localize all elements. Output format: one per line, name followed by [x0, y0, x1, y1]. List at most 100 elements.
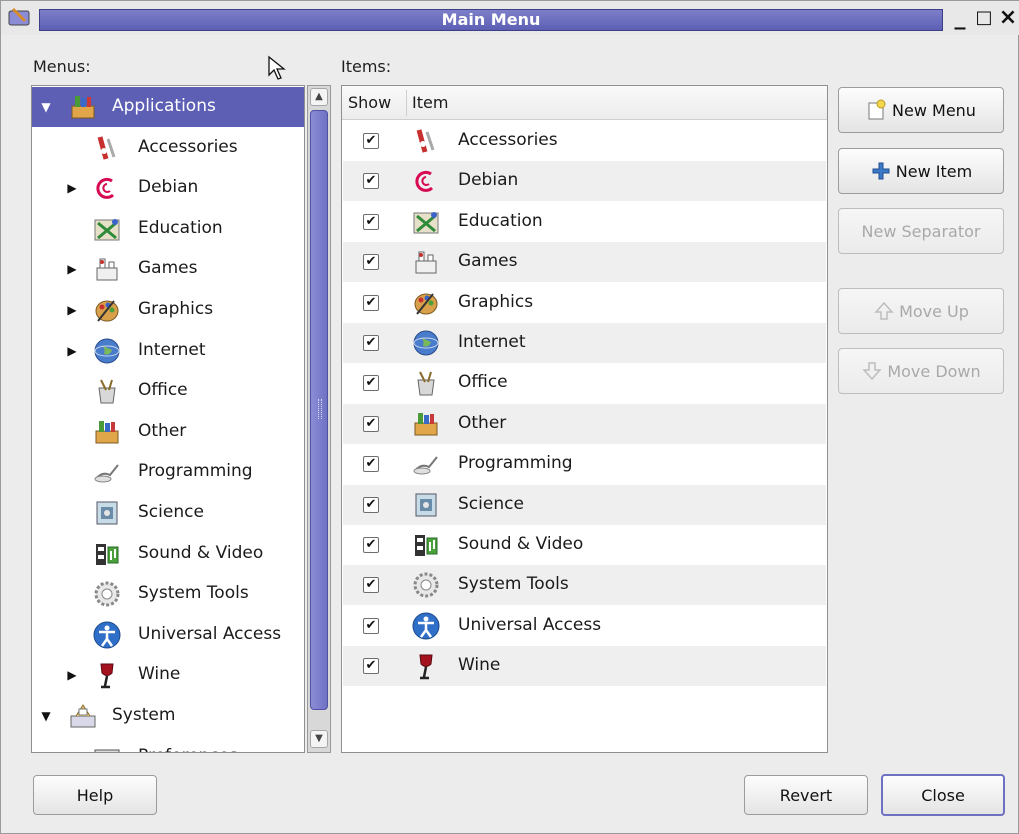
expander-collapsed-icon[interactable]: ▶ — [66, 669, 78, 681]
item-row-games[interactable]: ✔ Games — [343, 242, 826, 283]
item-row-graphics[interactable]: ✔ Graphics — [343, 283, 826, 323]
title-bar[interactable]: Main Menu _ □ × — [1, 1, 1019, 35]
maximize-button[interactable]: □ — [973, 5, 995, 31]
show-checkbox[interactable]: ✔ — [363, 617, 379, 634]
show-checkbox[interactable]: ✔ — [363, 335, 379, 351]
universal-access-icon — [93, 621, 121, 649]
tree-item-label: Debian — [138, 177, 199, 198]
show-checkbox[interactable]: ✔ — [363, 456, 379, 473]
expander-collapsed-icon[interactable]: ▶ — [66, 263, 78, 275]
item-row-other[interactable]: ✔ Other — [343, 403, 826, 444]
new-item-button[interactable]: New Item — [838, 148, 1004, 194]
item-row-office[interactable]: ✔ Office — [343, 363, 826, 403]
tree-item-games[interactable]: ▶ Games — [32, 249, 304, 289]
sound-video-icon — [96, 543, 119, 565]
show-checkbox[interactable]: ✔ — [363, 254, 379, 271]
show-checkbox[interactable]: ✔ — [363, 213, 379, 230]
help-button[interactable]: Help — [33, 775, 157, 815]
tree-item-programming[interactable]: Programming — [32, 452, 304, 492]
tree-item-education[interactable]: Education — [32, 209, 304, 249]
items-table-header: Show Item — [342, 86, 827, 120]
show-checkbox[interactable]: ✔ — [363, 415, 379, 432]
education-icon — [413, 211, 439, 234]
item-row-debian[interactable]: ✔ Debian — [343, 161, 826, 202]
tree-item-science[interactable]: Science — [32, 493, 304, 533]
items-table[interactable]: Show Item ✔ Accessories ✔ Debian ✔ Education ✔… — [341, 85, 828, 753]
show-checkbox[interactable]: ✔ — [363, 375, 379, 392]
menus-tree[interactable]: ▼ Applications Accessories ▶ Debian Education… — [31, 85, 305, 753]
item-label: System Tools — [458, 574, 569, 595]
item-label: Graphics — [458, 291, 534, 312]
show-checkbox[interactable]: ✔ — [363, 537, 379, 553]
scrollbar-thumb[interactable] — [310, 110, 328, 710]
item-row-system-tools[interactable]: ✔ System Tools — [343, 565, 826, 606]
accessories-icon — [97, 135, 116, 160]
tree-item-wine[interactable]: ▶ Wine — [32, 655, 304, 695]
tree-item-applications[interactable]: ▼ Applications — [32, 87, 304, 127]
tree-item-system[interactable]: ▼ System — [32, 696, 304, 736]
tree-item-sound-video[interactable]: Sound & Video — [32, 534, 304, 574]
revert-button[interactable]: Revert — [744, 775, 868, 815]
move-down-button[interactable]: Move Down — [838, 348, 1004, 394]
column-show[interactable]: Show — [348, 93, 391, 112]
expander-collapsed-icon[interactable]: ▶ — [66, 182, 78, 194]
tree-item-label: Preferences — [138, 746, 238, 752]
scroll-up-icon[interactable]: ▲ — [310, 88, 328, 106]
show-checkbox[interactable]: ✔ — [363, 658, 379, 675]
item-row-sound-video[interactable]: ✔ Sound & Video — [343, 525, 826, 565]
expander-collapsed-icon[interactable]: ▶ — [66, 304, 78, 316]
new-separator-button[interactable]: New Separator — [838, 208, 1004, 254]
minimize-button[interactable]: _ — [949, 5, 971, 31]
show-checkbox[interactable]: ✔ — [363, 133, 379, 149]
tree-item-debian[interactable]: ▶ Debian — [32, 168, 304, 208]
column-item[interactable]: Item — [412, 93, 448, 112]
show-checkbox[interactable]: ✔ — [363, 496, 379, 513]
menu-editor-icon[interactable] — [7, 5, 33, 29]
other-icon — [95, 420, 119, 444]
item-label: Sound & Video — [458, 534, 584, 554]
item-label: Office — [458, 372, 508, 393]
main-menu-window: Main Menu _ □ × Menus: Items: ▼ Applicati… — [0, 0, 1019, 834]
tree-item-accessories[interactable]: Accessories — [32, 128, 304, 168]
item-row-education[interactable]: ✔ Education — [343, 202, 826, 242]
arrow-up-icon — [874, 301, 894, 320]
show-checkbox[interactable]: ✔ — [363, 577, 379, 594]
tree-item-label: Internet — [138, 339, 206, 360]
tree-item-other[interactable]: Other — [32, 412, 304, 452]
show-checkbox[interactable]: ✔ — [363, 173, 379, 190]
expander-expanded-icon[interactable]: ▼ — [40, 101, 52, 113]
tree-item-system-tools[interactable]: System Tools — [32, 574, 304, 614]
tree-item-preferences[interactable]: Preferences — [32, 737, 304, 752]
tree-item-internet[interactable]: ▶ Internet — [32, 331, 304, 371]
item-row-programming[interactable]: ✔ Programming — [343, 444, 826, 484]
expander-expanded-icon[interactable]: ▼ — [40, 710, 52, 722]
tree-item-graphics[interactable]: ▶ Graphics — [32, 290, 304, 330]
plus-icon — [872, 162, 890, 180]
universal-access-icon — [412, 612, 440, 640]
close-window-button[interactable]: × — [997, 5, 1019, 31]
tree-item-label: Universal Access — [138, 623, 282, 644]
show-checkbox[interactable]: ✔ — [363, 294, 379, 311]
menus-scrollbar[interactable]: ▲ ▼ — [307, 85, 331, 753]
item-row-accessories[interactable]: ✔ Accessories — [343, 121, 826, 161]
tree-item-label: System — [112, 705, 176, 725]
item-row-wine[interactable]: ✔ Wine — [343, 646, 826, 687]
close-button[interactable]: Close — [881, 774, 1005, 816]
item-label: Wine — [458, 655, 501, 676]
programming-icon — [94, 464, 119, 483]
item-row-science[interactable]: ✔ Science — [343, 484, 826, 525]
window-title: Main Menu — [39, 9, 943, 31]
graphics-icon — [414, 292, 438, 315]
tree-item-label: Programming — [138, 461, 253, 482]
item-label: Other — [458, 412, 507, 433]
scroll-down-icon[interactable]: ▼ — [310, 730, 328, 748]
expander-collapsed-icon[interactable]: ▶ — [66, 345, 78, 357]
new-menu-button[interactable]: New Menu — [838, 87, 1004, 133]
item-label: Programming — [458, 453, 573, 474]
tree-item-office[interactable]: Office — [32, 371, 304, 411]
item-row-internet[interactable]: ✔ Internet — [343, 323, 826, 363]
move-up-button[interactable]: Move Up — [838, 288, 1004, 334]
tree-item-universal-access[interactable]: Universal Access — [32, 615, 304, 655]
item-row-universal-access[interactable]: ✔ Universal Access — [343, 606, 826, 646]
close-label: Close — [921, 785, 965, 805]
